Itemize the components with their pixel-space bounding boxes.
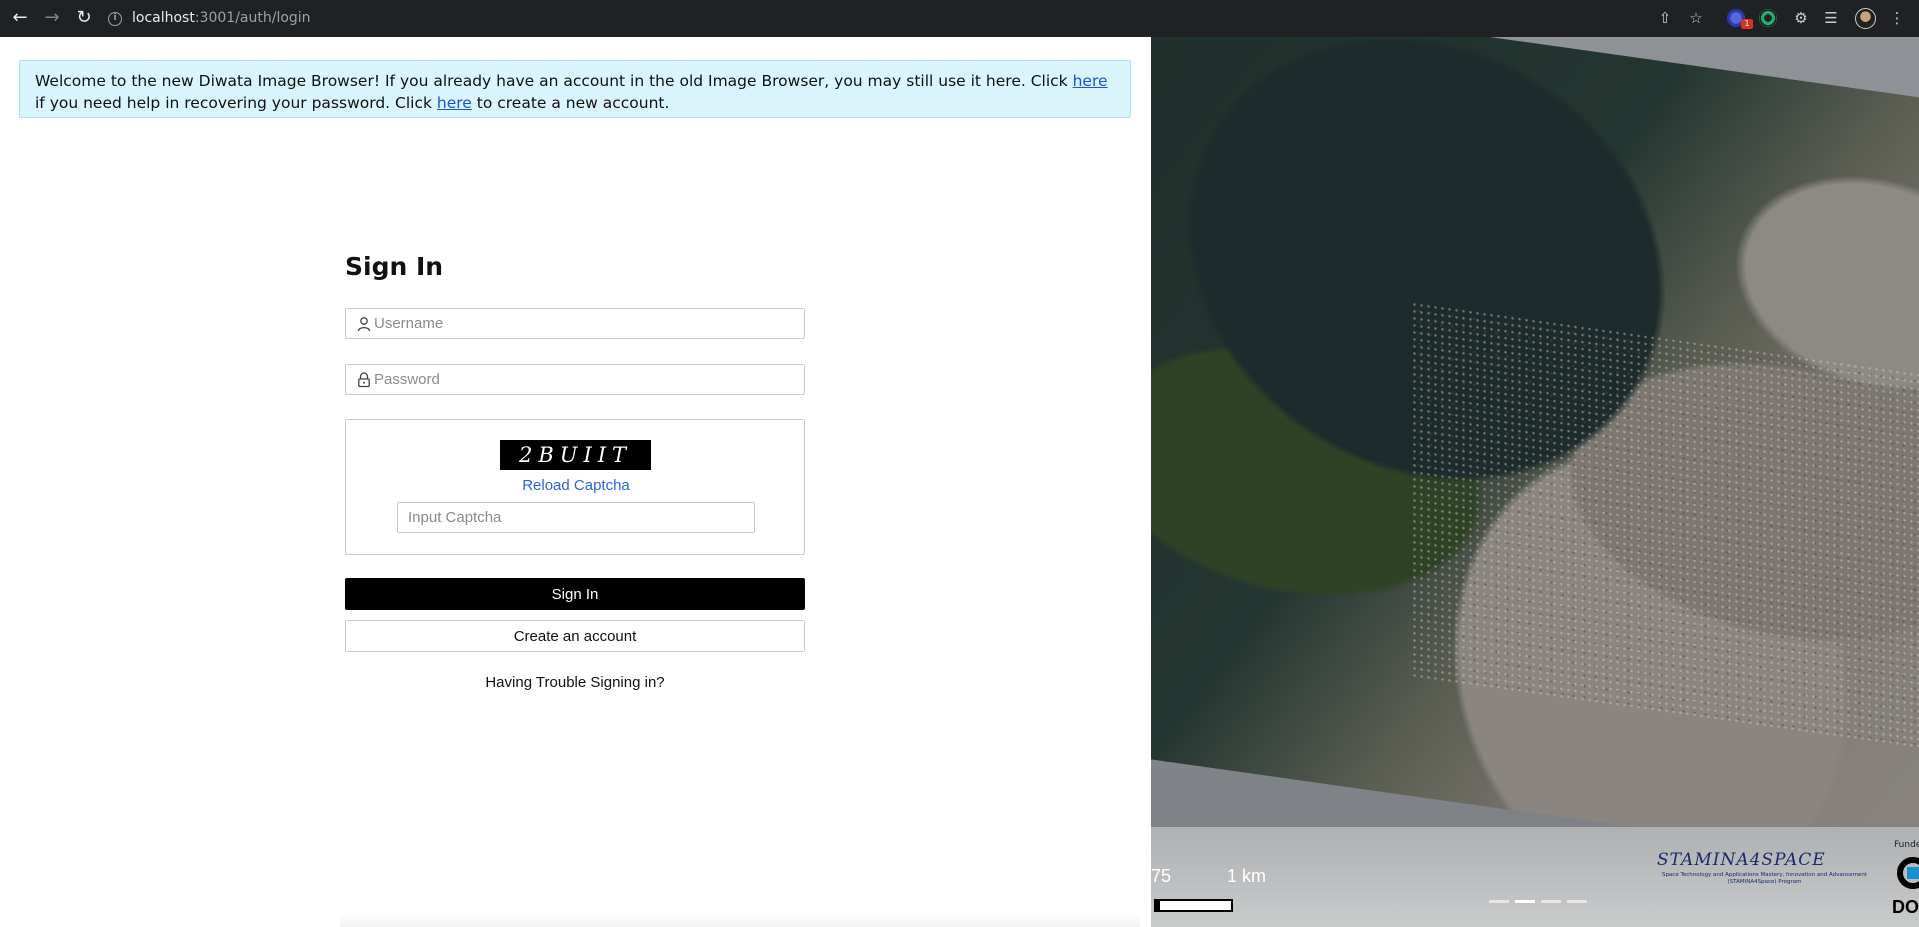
user-icon <box>357 317 371 332</box>
captcha-image: 2BUIIT <box>500 440 651 470</box>
create-account-button[interactable]: Create an account <box>345 620 805 652</box>
reload-captcha-link[interactable]: Reload Captcha <box>346 477 806 494</box>
page-title: Sign In <box>345 252 444 281</box>
back-icon[interactable]: ← <box>9 7 31 29</box>
funded-by-label: Funde <box>1894 840 1919 850</box>
trouble-signing-in-link[interactable]: Having Trouble Signing in? <box>345 674 805 691</box>
scale-bar <box>1154 899 1233 912</box>
login-pane: Welcome to the new Diwata Image Browser!… <box>0 37 1151 927</box>
create-account-link[interactable]: here <box>437 94 472 112</box>
stamina4space-logo: STAMINA4SPACE Space Technology and Appli… <box>1657 850 1872 886</box>
reading-list-icon[interactable]: ☰ <box>1821 8 1841 28</box>
username-input[interactable] <box>374 312 794 335</box>
extension-badge: 1 <box>1741 19 1753 29</box>
bookmark-star-icon[interactable]: ☆ <box>1686 8 1706 28</box>
sign-in-form: Sign In 2BUIIT Reload Captcha Sign In Cr… <box>345 252 805 691</box>
notice-text-3: to create a new account. <box>471 94 670 112</box>
welcome-notice: Welcome to the new Diwata Image Browser!… <box>19 60 1131 118</box>
forward-icon[interactable]: → <box>41 7 63 29</box>
satellite-map[interactable]: 75 1 km STAMINA4SPACE Space Technology a… <box>1151 37 1919 927</box>
address-bar[interactable]: i localhost:3001/auth/login <box>108 5 1708 32</box>
notice-text-1: Welcome to the new Diwata Image Browser!… <box>35 72 1073 90</box>
carousel-dots <box>1489 900 1587 903</box>
notice-text-2: if you need help in recovering your pass… <box>35 94 437 112</box>
puzzle-extensions-icon[interactable]: ⚙ <box>1791 8 1811 28</box>
scale-left-label: 75 <box>1151 866 1172 886</box>
urban-area-texture <box>1411 300 1919 754</box>
lock-icon <box>358 372 370 388</box>
reload-icon[interactable]: ↻ <box>73 7 95 29</box>
stamina4space-logo-subtitle: Space Technology and Applications Master… <box>1661 872 1868 885</box>
url-path: :3001/auth/login <box>194 10 311 26</box>
password-help-link[interactable]: here <box>1073 72 1108 90</box>
scale-right-label: 1 km <box>1227 866 1267 886</box>
captcha-input[interactable] <box>397 502 755 533</box>
bottom-shadow <box>340 912 1140 927</box>
share-icon[interactable]: ⇧ <box>1655 8 1675 28</box>
username-field <box>345 308 805 339</box>
url-host: localhost <box>132 10 195 26</box>
password-input[interactable] <box>374 368 794 391</box>
dost-logo-icon <box>1897 857 1919 889</box>
extension-green-icon[interactable] <box>1759 9 1777 27</box>
carousel-dot-active[interactable] <box>1515 900 1535 903</box>
dost-logo-text: DOS <box>1892 897 1919 917</box>
site-info-icon[interactable]: i <box>108 11 122 26</box>
profile-avatar[interactable] <box>1855 8 1876 29</box>
browser-toolbar: ← → ↻ i localhost:3001/auth/login ⇧ ☆ 1 … <box>0 0 1919 37</box>
carousel-dot[interactable] <box>1489 900 1509 903</box>
sign-in-button[interactable]: Sign In <box>345 578 805 610</box>
stamina4space-logo-name: STAMINA4SPACE <box>1657 850 1826 870</box>
password-field <box>345 364 805 395</box>
carousel-dot[interactable] <box>1541 900 1561 903</box>
carousel-dot[interactable] <box>1567 900 1587 903</box>
captcha-panel: 2BUIIT Reload Captcha <box>345 419 805 555</box>
menu-kebab-icon[interactable]: ⋮ <box>1887 8 1907 28</box>
